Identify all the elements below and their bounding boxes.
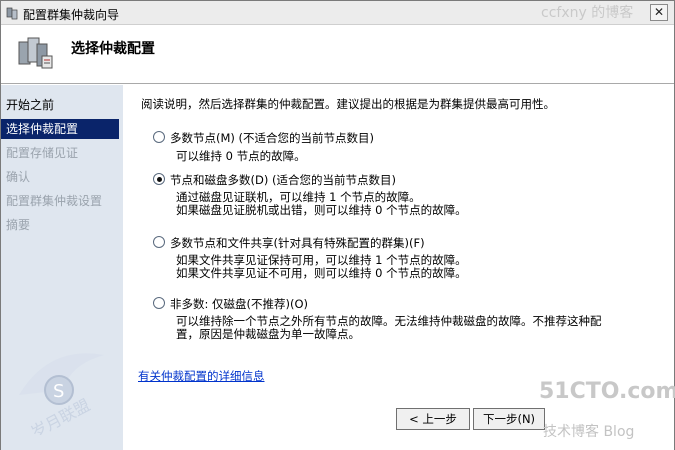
site-logo-watermark: S 岁月联盟 xyxy=(19,353,104,435)
quorum-info-link[interactable]: 有关仲裁配置的详细信息 xyxy=(138,368,265,384)
nav-item-configure-quorum-settings: 配置群集仲裁设置 xyxy=(6,194,103,208)
page-title: 选择仲裁配置 xyxy=(71,41,155,57)
option-desc-line: 如果文件共享见证不可用，则可以维持 0 个节点的故障。 xyxy=(176,266,467,280)
brand-sub-watermark: 技术博客 Blog xyxy=(543,424,635,440)
wizard-steps-sidebar: 开始之前 选择仲裁配置 配置存储见证 确认 配置群集仲裁设置 摘要 S 岁月联盟 xyxy=(1,85,123,450)
title-bar: 配置群集仲裁向导 ccfxny 的博客 ✕ xyxy=(1,1,674,25)
next-button[interactable]: 下一步(N) xyxy=(473,408,545,430)
radio-node-and-file-share-majority[interactable] xyxy=(153,236,165,248)
option-desc-line: 可以维持除一个节点之外所有节点的故障。无法维持仲裁磁盘的故障。不推荐这种配 xyxy=(176,314,602,328)
option-label[interactable]: 非多数: 仅磁盘(不推荐)(O) xyxy=(170,296,308,312)
nav-item-before-you-begin[interactable]: 开始之前 xyxy=(1,95,119,115)
cluster-app-icon xyxy=(6,7,18,20)
cluster-servers-icon xyxy=(18,37,53,69)
nav-item-configure-storage-witness: 配置存储见证 xyxy=(6,146,79,160)
brand-watermark: 51CTO.com xyxy=(539,379,675,404)
close-button[interactable]: ✕ xyxy=(650,4,668,21)
option-desc-line: 通过磁盘见证联机，可以维持 1 个节点的故障。 xyxy=(176,190,421,204)
option-desc-line: 可以维持 0 节点的故障。 xyxy=(176,149,306,163)
radio-node-and-disk-majority[interactable] xyxy=(153,173,165,185)
svg-text:S: S xyxy=(53,381,64,402)
option-desc-line: 置，原因是仲裁磁盘为单一故障点。 xyxy=(176,327,360,341)
previous-button[interactable]: < 上一步 xyxy=(396,408,470,430)
wizard-window: 配置群集仲裁向导 ccfxny 的博客 ✕ 选择仲裁配置 开始之前 选择仲裁配置… xyxy=(0,0,675,450)
option-label[interactable]: 多数节点(M) (不适合您的当前节点数目) xyxy=(170,130,374,146)
radio-node-majority[interactable] xyxy=(153,131,165,143)
option-desc-line: 如果文件共享见证保持可用，可以维持 1 个节点的故障。 xyxy=(176,253,467,267)
intro-text: 阅读说明，然后选择群集的仲裁配置。建议提出的根据是为群集提供最高可用性。 xyxy=(141,97,555,111)
nav-item-confirmation: 确认 xyxy=(6,170,31,184)
wizard-header: 选择仲裁配置 xyxy=(1,26,674,84)
window-title: 配置群集仲裁向导 xyxy=(23,8,120,22)
option-label[interactable]: 多数节点和文件共享(针对具有特殊配置的群集)(F) xyxy=(170,235,425,251)
option-label[interactable]: 节点和磁盘多数(D) (适合您的当前节点数目) xyxy=(170,172,396,188)
nav-item-select-quorum[interactable]: 选择仲裁配置 xyxy=(1,119,119,139)
option-desc-line: 如果磁盘见证脱机或出错，则可以维持 0 个节点的故障。 xyxy=(176,203,467,217)
nav-item-summary: 摘要 xyxy=(6,218,31,232)
radio-no-majority-disk-only[interactable] xyxy=(153,297,165,309)
blog-watermark: ccfxny 的博客 xyxy=(541,5,634,21)
